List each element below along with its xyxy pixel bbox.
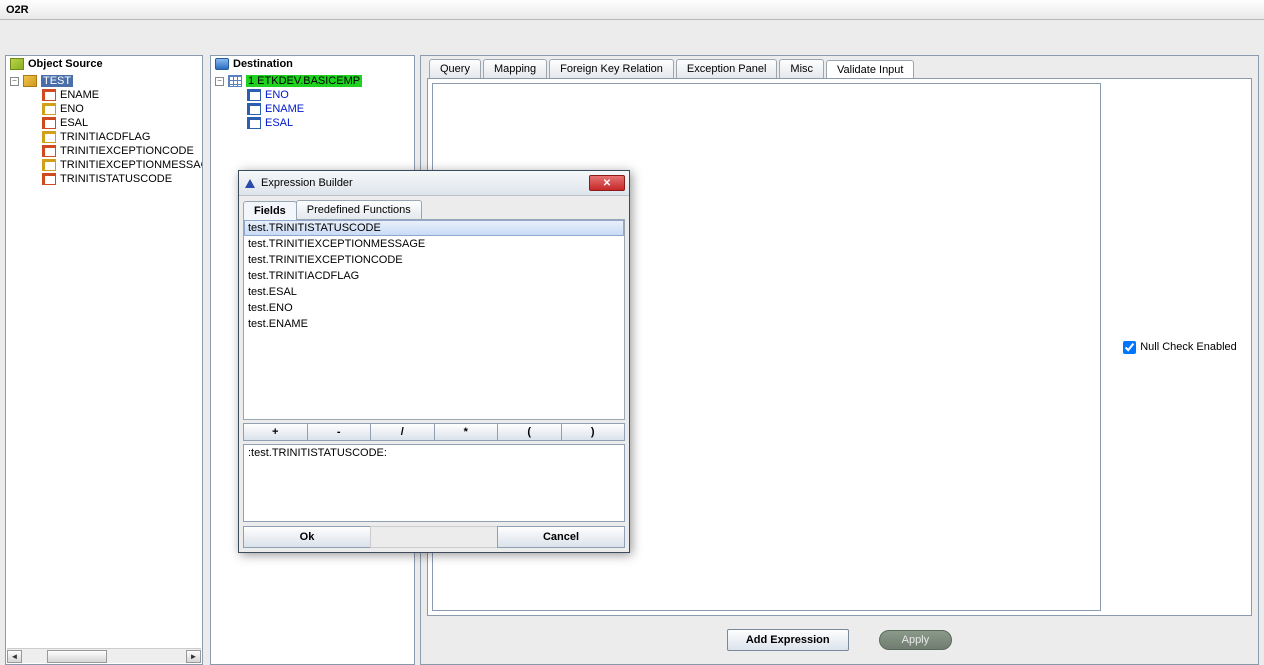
dest-root[interactable]: − 1 ETKDEV.BASICEMP bbox=[211, 74, 414, 88]
expression-textarea[interactable]: :test.TRINITISTATUSCODE: bbox=[243, 444, 625, 522]
source-column-label: ESAL bbox=[60, 117, 88, 129]
source-column-label: TRINITIACDFLAG bbox=[60, 131, 150, 143]
window-title: O2R bbox=[6, 4, 29, 16]
dest-tree: − 1 ETKDEV.BASICEMP ENO ENAME ESAL bbox=[211, 72, 414, 132]
expression-builder-dialog: Expression Builder ✕ FieldsPredefined Fu… bbox=[238, 170, 630, 553]
tab-exception-panel[interactable]: Exception Panel bbox=[676, 59, 778, 78]
dialog-buttons: Ok Cancel bbox=[243, 526, 625, 548]
source-column-label: TRINITISTATUSCODE bbox=[60, 173, 172, 185]
workspace: Object Source − TEST ENAME ENO ESAL TRINITI… bbox=[0, 25, 1264, 652]
field-item[interactable]: test.TRINITIEXCEPTIONMESSAGE bbox=[244, 236, 624, 252]
object-source-panel: Object Source − TEST ENAME ENO ESAL TRINITI… bbox=[5, 55, 203, 665]
dialog-tab-predefined-functions[interactable]: Predefined Functions bbox=[296, 200, 422, 219]
close-button[interactable]: ✕ bbox=[589, 175, 625, 191]
tab-mapping[interactable]: Mapping bbox=[483, 59, 547, 78]
dialog-title: Expression Builder bbox=[261, 177, 353, 189]
dialog-titlebar[interactable]: Expression Builder ✕ bbox=[239, 171, 629, 196]
add-expression-button[interactable]: Add Expression bbox=[727, 629, 849, 651]
column-icon bbox=[42, 159, 56, 171]
operator-button[interactable]: + bbox=[243, 423, 308, 441]
triangle-icon bbox=[245, 179, 255, 188]
operator-button[interactable]: - bbox=[307, 423, 372, 441]
expander-icon[interactable]: − bbox=[10, 77, 19, 86]
field-item[interactable]: test.TRINITIACDFLAG bbox=[244, 268, 624, 284]
destination-title: Destination bbox=[233, 58, 293, 70]
null-check-label: Null Check Enabled bbox=[1140, 341, 1237, 353]
field-item[interactable]: test.ENAME bbox=[244, 316, 624, 332]
tab-misc[interactable]: Misc bbox=[779, 59, 824, 78]
source-column[interactable]: ENO bbox=[6, 102, 202, 116]
source-column[interactable]: TRINITIEXCEPTIONMESSAGE bbox=[6, 158, 202, 172]
operator-row: +-/*() bbox=[243, 423, 625, 441]
window-titlebar: O2R bbox=[0, 0, 1264, 20]
source-root[interactable]: − TEST bbox=[6, 74, 202, 88]
dest-column[interactable]: ENAME bbox=[211, 102, 414, 116]
tab-foreign-key-relation[interactable]: Foreign Key Relation bbox=[549, 59, 674, 78]
column-icon bbox=[247, 103, 261, 115]
column-icon bbox=[42, 103, 56, 115]
scroll-thumb[interactable] bbox=[47, 650, 107, 663]
dest-column[interactable]: ENO bbox=[211, 88, 414, 102]
source-column-label: ENO bbox=[60, 103, 84, 115]
column-icon bbox=[42, 173, 56, 185]
source-column-label: ENAME bbox=[60, 89, 99, 101]
source-column[interactable]: ENAME bbox=[6, 88, 202, 102]
source-column[interactable]: TRINITIEXCEPTIONCODE bbox=[6, 144, 202, 158]
source-root-label: TEST bbox=[41, 75, 73, 87]
operator-button[interactable]: ( bbox=[497, 423, 562, 441]
operator-button[interactable]: * bbox=[434, 423, 499, 441]
fields-list[interactable]: test.TRINITISTATUSCODEtest.TRINITIEXCEPT… bbox=[243, 220, 625, 420]
database-icon bbox=[215, 58, 229, 70]
apply-button[interactable]: Apply bbox=[879, 630, 953, 650]
column-icon bbox=[42, 117, 56, 129]
dest-column[interactable]: ESAL bbox=[211, 116, 414, 130]
field-item[interactable]: test.TRINITIEXCEPTIONCODE bbox=[244, 252, 624, 268]
dest-column-label: ENO bbox=[265, 89, 289, 101]
expression-text: :test.TRINITISTATUSCODE: bbox=[248, 447, 387, 459]
main-footer: Add Expression Apply bbox=[427, 622, 1252, 658]
main-tabs: QueryMappingForeign Key RelationExceptio… bbox=[421, 56, 1258, 78]
button-spacer bbox=[370, 526, 498, 548]
close-icon: ✕ bbox=[603, 178, 611, 189]
source-column[interactable]: ESAL bbox=[6, 116, 202, 130]
source-column-label: TRINITIEXCEPTIONMESSAGE bbox=[60, 159, 202, 171]
destination-header: Destination bbox=[211, 56, 414, 72]
dialog-tabs: FieldsPredefined Functions bbox=[243, 200, 625, 220]
object-source-header: Object Source bbox=[6, 56, 202, 72]
dialog-tab-fields[interactable]: Fields bbox=[243, 201, 297, 220]
column-icon bbox=[42, 145, 56, 157]
column-icon bbox=[247, 89, 261, 101]
object-source-title: Object Source bbox=[28, 58, 103, 70]
scroll-right-icon[interactable]: ► bbox=[186, 650, 201, 663]
scroll-left-icon[interactable]: ◄ bbox=[7, 650, 22, 663]
field-item[interactable]: test.ENO bbox=[244, 300, 624, 316]
dest-column-label: ENAME bbox=[265, 103, 304, 115]
operator-button[interactable]: ) bbox=[561, 423, 626, 441]
options-area: Null Check Enabled bbox=[1109, 79, 1251, 615]
column-icon bbox=[247, 117, 261, 129]
null-check-row[interactable]: Null Check Enabled bbox=[1123, 341, 1237, 354]
source-scrollbar[interactable]: ◄ ► bbox=[7, 648, 201, 663]
tab-query[interactable]: Query bbox=[429, 59, 481, 78]
ok-button[interactable]: Ok bbox=[243, 526, 371, 548]
source-tree: − TEST ENAME ENO ESAL TRINITIACDFLAG TRINITI… bbox=[6, 72, 202, 188]
expander-icon[interactable]: − bbox=[215, 77, 224, 86]
field-item[interactable]: test.TRINITISTATUSCODE bbox=[244, 220, 624, 236]
column-icon bbox=[42, 89, 56, 101]
scroll-track[interactable] bbox=[22, 650, 186, 663]
column-icon bbox=[42, 131, 56, 143]
tab-validate-input[interactable]: Validate Input bbox=[826, 60, 914, 79]
source-column[interactable]: TRINITISTATUSCODE bbox=[6, 172, 202, 186]
dest-column-label: ESAL bbox=[265, 117, 293, 129]
operator-button[interactable]: / bbox=[370, 423, 435, 441]
dest-root-label: 1 ETKDEV.BASICEMP bbox=[246, 75, 362, 87]
field-item[interactable]: test.ESAL bbox=[244, 284, 624, 300]
source-column[interactable]: TRINITIACDFLAG bbox=[6, 130, 202, 144]
table-icon bbox=[228, 75, 242, 87]
source-column-label: TRINITIEXCEPTIONCODE bbox=[60, 145, 194, 157]
null-check-checkbox[interactable] bbox=[1123, 341, 1136, 354]
cancel-button[interactable]: Cancel bbox=[497, 526, 625, 548]
object-icon bbox=[23, 75, 37, 87]
cube-icon bbox=[10, 58, 24, 70]
